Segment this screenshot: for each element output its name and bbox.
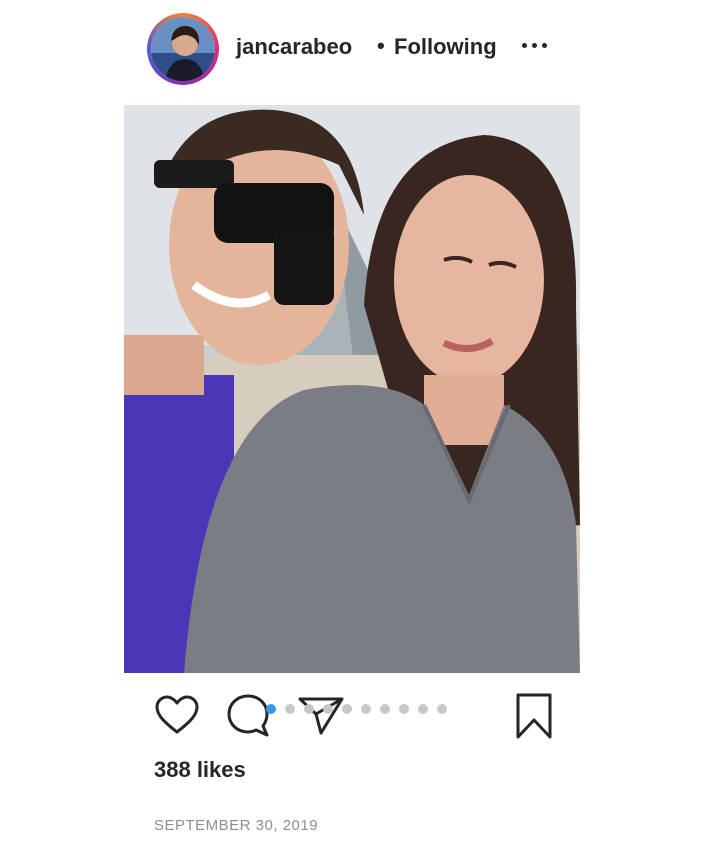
action-bar: [0, 690, 720, 740]
carousel-dot: [418, 704, 428, 714]
comment-icon: [227, 694, 269, 737]
story-ring[interactable]: [147, 13, 219, 85]
save-button[interactable]: [515, 692, 553, 745]
avatar[interactable]: [151, 17, 215, 81]
paper-plane-icon: [298, 697, 344, 735]
more-options-icon[interactable]: [522, 38, 552, 52]
carousel-dot: [285, 704, 295, 714]
bookmark-icon: [516, 693, 552, 739]
carousel-dot-active: [266, 704, 276, 714]
like-button[interactable]: [154, 694, 200, 741]
carousel-dot: [399, 704, 409, 714]
carousel-dot: [380, 704, 390, 714]
username-link[interactable]: jancarabeo: [236, 34, 352, 60]
heart-icon: [155, 695, 199, 734]
likes-count[interactable]: 388 likes: [154, 757, 246, 783]
separator-dot: •: [377, 33, 385, 58]
carousel-dot: [361, 704, 371, 714]
share-button[interactable]: [297, 695, 345, 742]
carousel-dot: [437, 704, 447, 714]
comment-button[interactable]: [225, 692, 271, 743]
carousel-indicator: [266, 704, 447, 714]
post-date: SEPTEMBER 30, 2019: [154, 817, 319, 834]
carousel-dot: [304, 704, 314, 714]
carousel-dot: [342, 704, 352, 714]
following-button[interactable]: Following: [394, 34, 497, 60]
post-header: jancarabeo • Following: [0, 0, 720, 96]
post-photo[interactable]: [124, 105, 580, 673]
carousel-dot: [323, 704, 333, 714]
